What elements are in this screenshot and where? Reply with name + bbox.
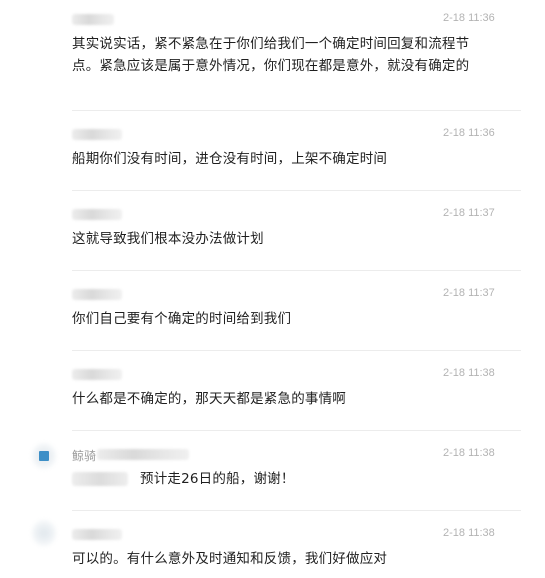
sender-name-redacted: [72, 369, 122, 380]
message-timestamp: 2-18 11:38: [443, 447, 495, 459]
message-text: 预计走26日的船，谢谢！: [140, 471, 295, 487]
message-text: 你们自己要有个确定的时间给到我们: [72, 311, 292, 327]
message-divider: [72, 510, 521, 511]
message-text: 船期你们没有时间，进仓没有时间，上架不确定时间: [72, 151, 388, 167]
message-text: 可以的。有什么意外及时通知和反馈，我们好做应对: [72, 551, 388, 567]
message-timestamp: 2-18 11:36: [443, 127, 495, 139]
sender-name-redacted: [97, 449, 189, 460]
avatar[interactable]: [28, 518, 58, 548]
message-timestamp: 2-18 11:38: [443, 367, 495, 379]
message-timestamp: 2-18 11:38: [443, 527, 495, 539]
sender-name-redacted: [72, 289, 122, 300]
message-timestamp: 2-18 11:37: [443, 287, 495, 299]
sender-name-redacted: [72, 209, 122, 220]
avatar-square-icon: [39, 451, 49, 461]
message-divider: [72, 430, 521, 431]
message-text: 什么都是不确定的，那天天都是紧急的事情啊: [72, 391, 346, 407]
sender-name-redacted: [72, 529, 122, 540]
message-divider: [72, 110, 521, 111]
chat-history-panel: 2-18 11:36 其实说实话，紧不紧急在于你们给我们一个确定时间回复和流程节…: [0, 0, 545, 578]
message-divider: [72, 270, 521, 271]
avatar-blur: [32, 520, 56, 546]
message-divider: [72, 190, 521, 191]
message-text: 这就导致我们根本没办法做计划: [72, 231, 264, 247]
sender-name-redacted: [72, 14, 114, 25]
message-timestamp: 2-18 11:37: [443, 207, 495, 219]
sender-name-redacted: [72, 129, 122, 140]
mention-redacted: [72, 472, 128, 486]
avatar[interactable]: [28, 441, 58, 471]
message-text: 其实说实话，紧不紧急在于你们给我们一个确定时间回复和流程节点。紧急应该是属于意外…: [72, 36, 470, 74]
sender-name[interactable]: 鲸骑: [72, 447, 96, 464]
message-divider: [72, 350, 521, 351]
message-timestamp: 2-18 11:36: [443, 12, 495, 24]
